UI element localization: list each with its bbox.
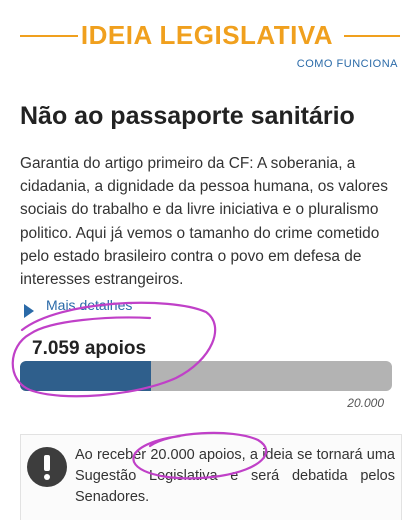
info-notice: Ao receber 20.000 apoios, a ideia se tor…	[20, 434, 402, 520]
expand-triangle-icon	[24, 304, 34, 318]
header-divider-right	[344, 35, 400, 37]
more-details-label: Mais detalhes	[46, 297, 133, 313]
support-progress-bar	[20, 361, 392, 391]
how-it-works-link[interactable]: COMO FUNCIONA	[297, 58, 398, 70]
page-header: IDEIA LEGISLATIVA	[0, 18, 414, 54]
support-progress-fill	[20, 361, 152, 391]
support-count: 7.059 apoios	[32, 338, 147, 359]
idea-description: Garantia do artigo primeiro da CF: A sob…	[20, 155, 388, 289]
idea-title: Não ao passaporte sanitário	[20, 102, 355, 130]
notice-text: Ao receber 20.000 apoios, a ideia se tor…	[75, 447, 395, 505]
exclamation-icon	[27, 447, 67, 487]
support-goal: 20.000	[347, 396, 384, 410]
